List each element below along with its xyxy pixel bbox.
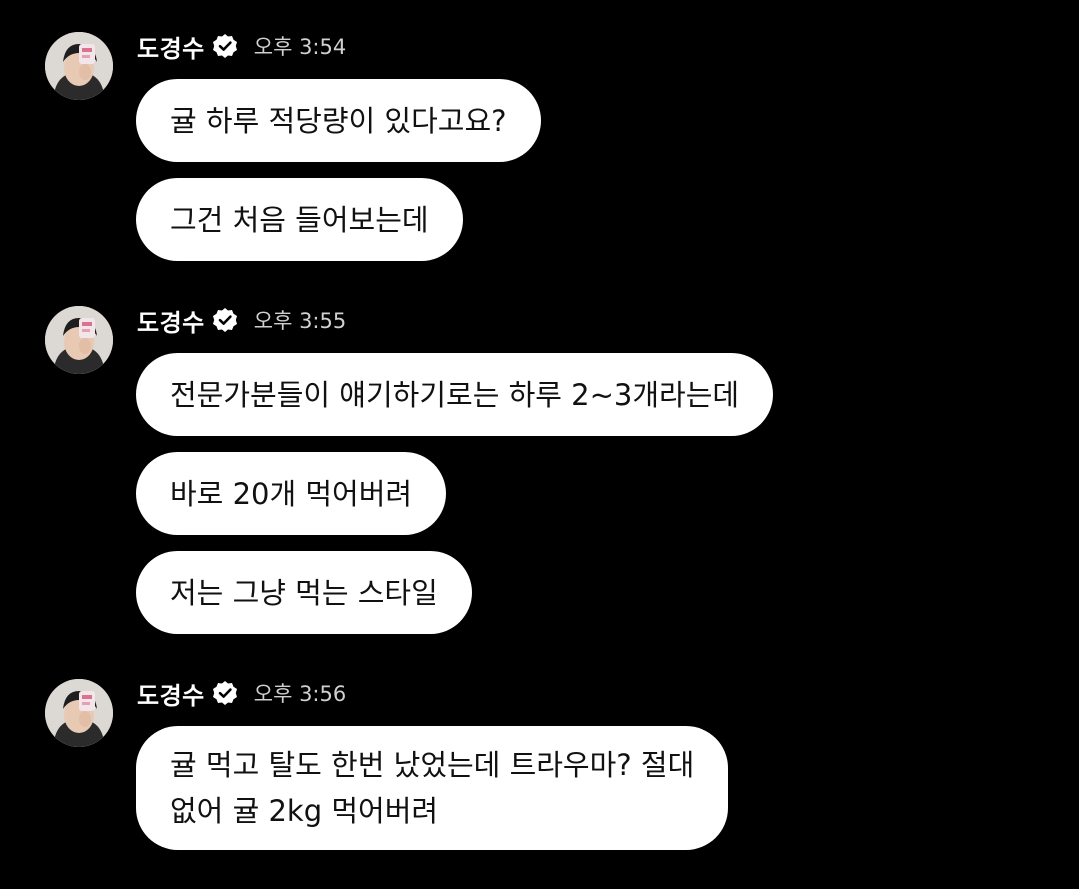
message-bubble[interactable]: 전문가분들이 얘기하기로는 하루 2~3개라는데 [136,353,774,436]
message-bubble[interactable]: 귤 하루 적당량이 있다고요? [136,79,541,162]
message-bubble[interactable]: 귤 먹고 탈도 한번 났었는데 트라우마? 절대 없어 귤 2kg 먹어버려 [136,726,729,850]
message-text: 전문가분들이 얘기하기로는 하루 2~3개라는데 [170,377,740,412]
verified-badge-icon [212,680,238,706]
avatar[interactable] [45,306,113,374]
message-header: 도경수 오후 3:55 [137,303,346,337]
message-text-line: 없어 귤 2kg 먹어버려 [170,794,439,828]
message-text: 바로 20개 먹어버려 [170,476,413,511]
sender-name[interactable]: 도경수 [137,29,205,64]
message-bubble[interactable]: 저는 그냥 먹는 스타일 [136,551,472,634]
message-bubble[interactable]: 바로 20개 먹어버려 [136,452,447,535]
message-header: 도경수 오후 3:54 [137,29,346,63]
message-text: 그건 처음 들어보는데 [170,202,429,237]
avatar[interactable] [45,32,113,100]
sender-name[interactable]: 도경수 [137,303,205,338]
message-time: 오후 3:55 [253,309,347,333]
message-text-line: 귤 먹고 탈도 한번 났었는데 트라우마? 절대 [170,748,695,782]
message-time: 오후 3:54 [253,35,347,59]
message-header: 도경수 오후 3:56 [137,676,346,710]
message-time: 오후 3:56 [253,682,347,706]
verified-badge-icon [212,307,238,333]
message-bubble[interactable]: 그건 처음 들어보는데 [136,178,463,261]
verified-badge-icon [212,33,238,59]
sender-name[interactable]: 도경수 [137,676,205,711]
message-text: 저는 그냥 먹는 스타일 [170,575,438,610]
avatar[interactable] [45,679,113,747]
message-text: 귤 하루 적당량이 있다고요? [170,103,507,138]
